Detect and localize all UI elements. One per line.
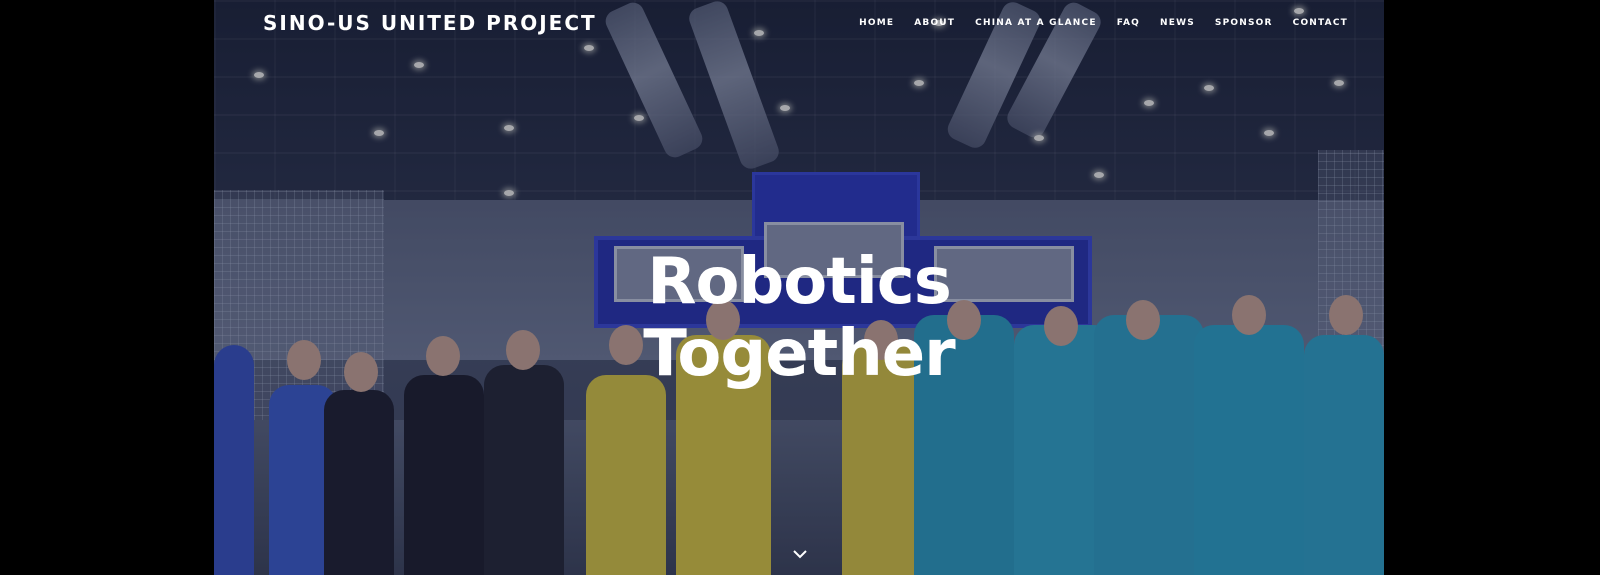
main-nav: HOME ABOUT CHINA AT A GLANCE FAQ NEWS SP… xyxy=(859,18,1348,28)
nav-item-about[interactable]: ABOUT xyxy=(914,18,955,28)
chevron-down-icon[interactable] xyxy=(792,546,808,562)
nav-item-sponsor[interactable]: SPONSOR xyxy=(1215,18,1273,28)
page: SINO-US UNITED PROJECT HOME ABOUT CHINA … xyxy=(0,0,1600,575)
chevron-down-icon-svg xyxy=(793,550,807,559)
hero-section: SINO-US UNITED PROJECT HOME ABOUT CHINA … xyxy=(214,0,1384,575)
hero-headline: Robotics Together xyxy=(214,246,1384,390)
nav-item-faq[interactable]: FAQ xyxy=(1117,18,1140,28)
hero-headline-line2: Together xyxy=(643,317,955,391)
nav-item-home[interactable]: HOME xyxy=(859,18,894,28)
site-title[interactable]: SINO-US UNITED PROJECT xyxy=(263,11,597,35)
nav-item-news[interactable]: NEWS xyxy=(1160,18,1195,28)
nav-item-contact[interactable]: CONTACT xyxy=(1293,18,1348,28)
hero-headline-line1: Robotics xyxy=(647,245,952,319)
nav-item-china-at-a-glance[interactable]: CHINA AT A GLANCE xyxy=(975,18,1097,28)
